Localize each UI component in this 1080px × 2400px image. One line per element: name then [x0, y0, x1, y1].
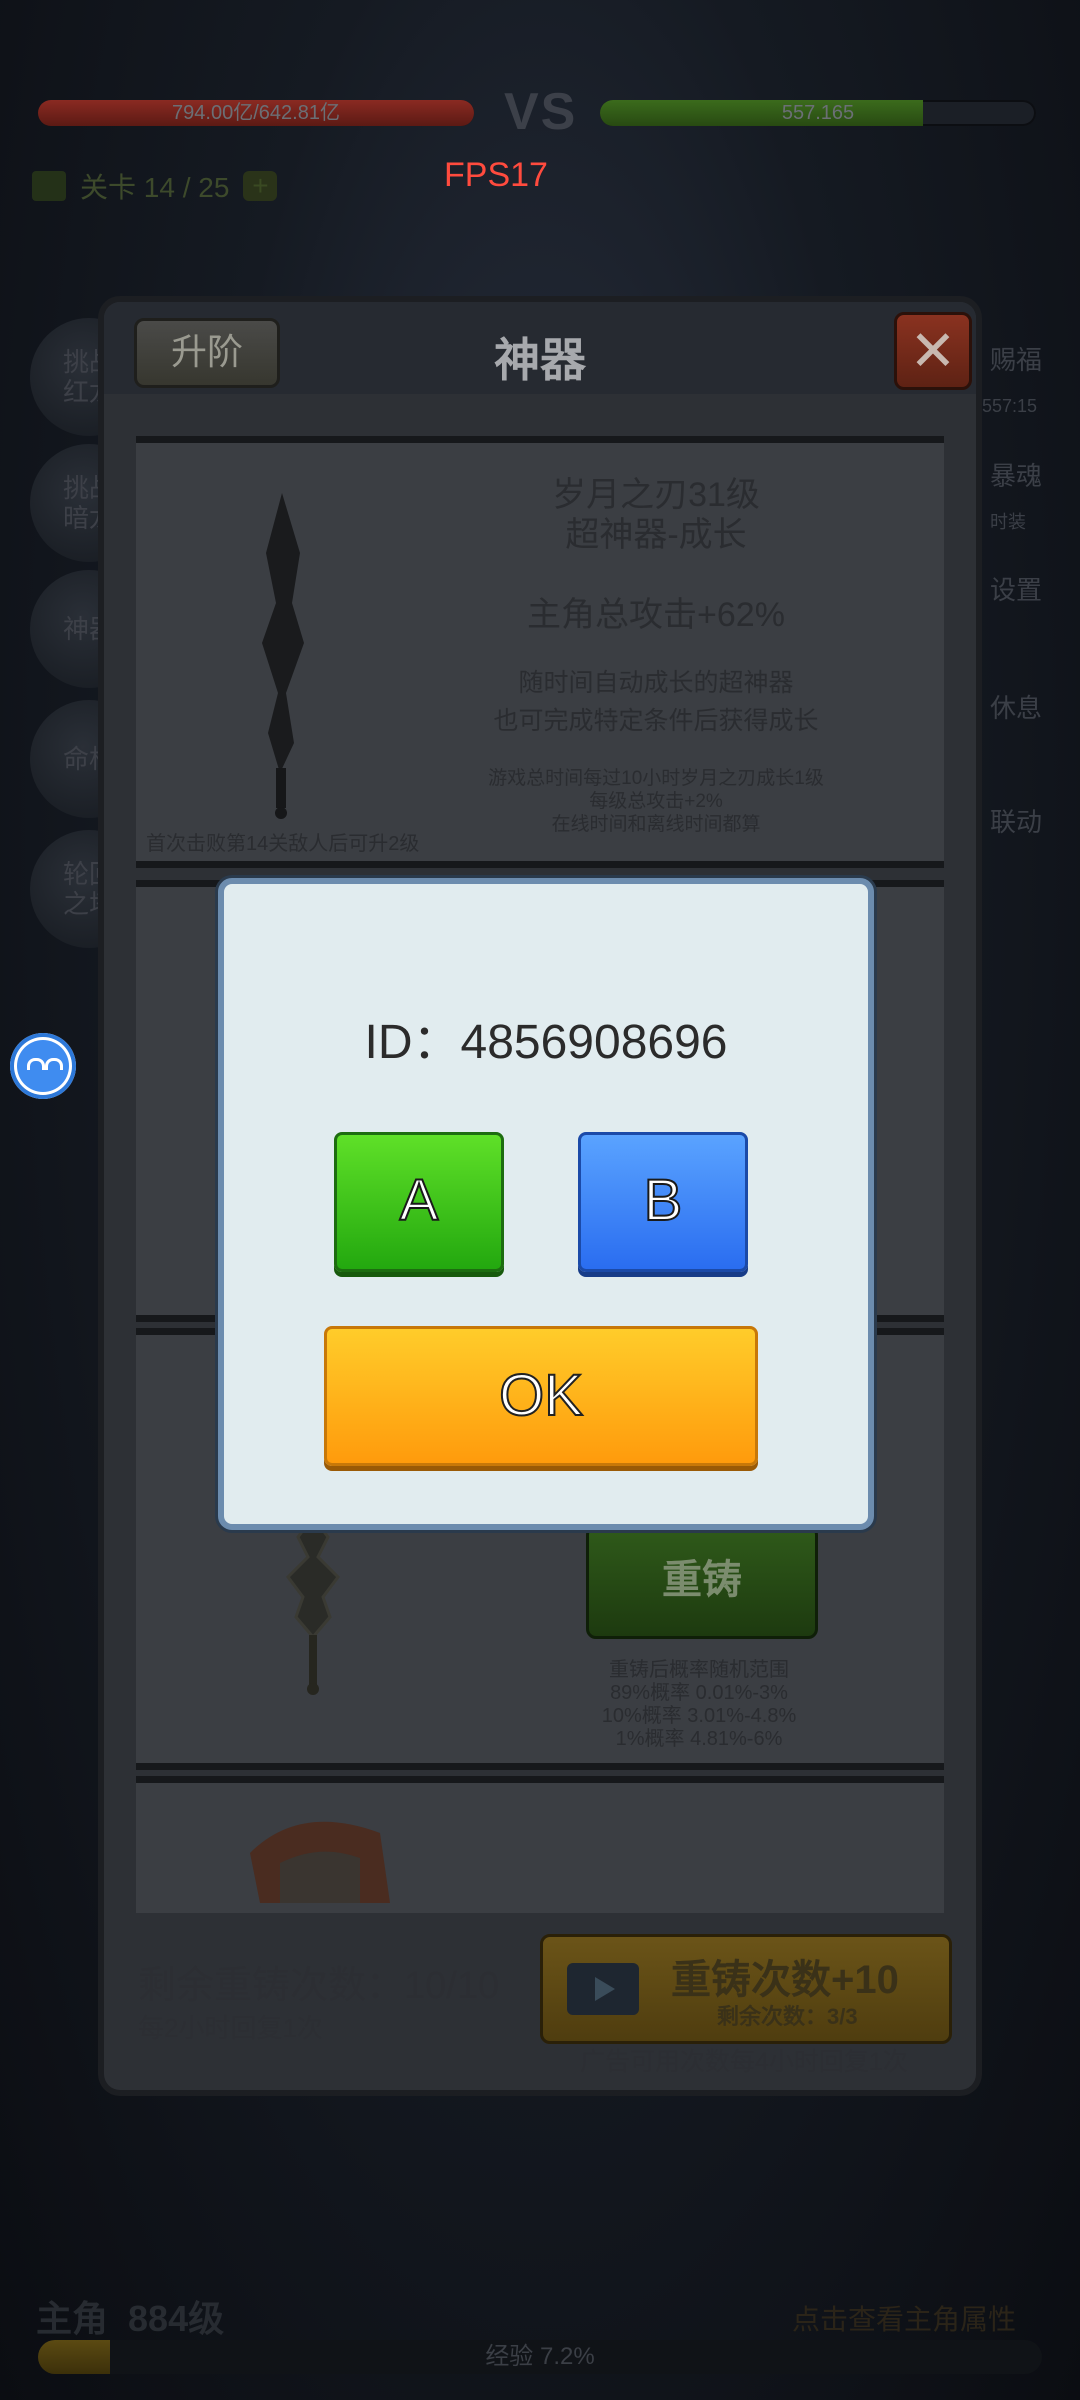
artifact-unlock-hint: 首次击败第14关敌人后可升2级: [146, 833, 420, 855]
watch-ad-reforge-button[interactable]: 重铸次数+10 剩余次数：3/3: [540, 1934, 952, 2044]
right-menu-burst[interactable]: 暴魂: [990, 456, 1042, 493]
reforge-range-3: 1%概率 4.81%-6%: [615, 1728, 783, 1750]
remaining-reforge-count: 剩余重铸次数：10/10: [138, 1965, 500, 2007]
floating-assistant-button[interactable]: [10, 1033, 76, 1099]
right-menu-settings[interactable]: 设置: [990, 570, 1042, 607]
enemy-hp-bar: 794.00亿/642.81亿: [38, 100, 474, 126]
player-hp-bar: 557.165: [600, 100, 1036, 126]
hero-name: 主角 884级: [36, 2298, 225, 2339]
option-a-button[interactable]: A: [334, 1132, 504, 1272]
video-icon: [567, 1963, 639, 2015]
right-menu-timer: 557:15: [982, 396, 1038, 416]
option-b-button[interactable]: B: [578, 1132, 748, 1272]
ad-title: 重铸次数+10: [671, 1958, 899, 2002]
panel-title: 神器: [494, 334, 586, 386]
close-button[interactable]: ✕: [894, 312, 972, 390]
xp-text: 经验 7.2%: [485, 2343, 595, 2370]
right-menu-costume[interactable]: 时装: [990, 508, 1026, 534]
scepter-artifact-icon: [286, 1517, 340, 1695]
stage-indicator: 关卡 14 / 25 +: [32, 166, 278, 206]
ad-reforge-note: 广告可用次数每4小时回复1次: [580, 2048, 908, 2076]
artifact-stat: 主角总攻击+62%: [527, 596, 785, 634]
dialog-id-text: ID：4856908696: [364, 1016, 728, 1069]
sword-artifact-icon: [262, 493, 304, 819]
xp-bar: 经验 7.2%: [38, 2340, 1042, 2374]
reforge-recover-note: 每2小时回复1次: [138, 2013, 323, 2043]
panel-header: 升阶 神器 ✕: [104, 302, 976, 394]
hero-attr-hint[interactable]: 点击查看主角属性: [792, 2298, 1016, 2338]
enemy-hp-text: 794.00亿/642.81亿: [172, 102, 340, 124]
artifact-card-1: 岁月之刃31级 超神器-成长 主角总攻击+62% 随时间自动成长的超神器 也可完…: [136, 436, 944, 868]
artifact-desc-1: 随时间自动成长的超神器: [518, 669, 794, 697]
close-icon: ✕: [909, 319, 957, 382]
stage-flag-icon: [32, 171, 66, 201]
right-menu-collab[interactable]: 联动: [990, 802, 1042, 839]
artifact-grade: 超神器-成长: [565, 516, 747, 554]
reforge-button[interactable]: 重铸: [586, 1525, 818, 1639]
ad-remaining: 剩余次数：3/3: [717, 2004, 858, 2029]
artifact-desc-2: 也可完成特定条件后获得成长: [493, 707, 819, 735]
player-hp-text: 557.165: [781, 102, 855, 124]
ok-button[interactable]: OK: [324, 1326, 758, 1466]
artifact-note-3: 在线时间和离线时间都算: [551, 814, 761, 835]
artifact-card-4: [136, 1776, 944, 1913]
stage-text: 关卡 14 / 25: [80, 172, 230, 203]
right-menu-rest[interactable]: 休息: [990, 688, 1042, 725]
verification-dialog: ID：4856908696 A B OK: [218, 878, 874, 1530]
assistant-face-icon: [17, 1040, 69, 1092]
vs-label: VS: [504, 83, 578, 141]
right-menu-blessing[interactable]: 赐福: [990, 340, 1042, 377]
mask-artifact-icon: [250, 1821, 390, 1903]
stage-plus-button[interactable]: +: [243, 171, 278, 201]
fps-counter: FPS17: [444, 156, 548, 194]
